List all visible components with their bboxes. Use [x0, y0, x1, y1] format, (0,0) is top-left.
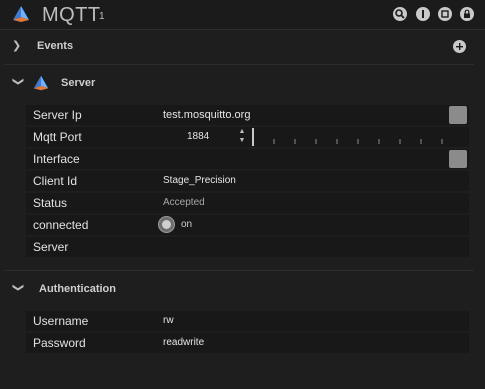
row-background — [26, 311, 469, 331]
row-background — [26, 333, 469, 353]
password-row: Password readwrite — [0, 332, 485, 354]
row-background — [26, 171, 469, 191]
connected-toggle[interactable] — [158, 216, 175, 233]
row-background — [26, 215, 469, 235]
search-icon[interactable] — [393, 7, 407, 21]
lock-icon[interactable] — [460, 7, 474, 21]
server-section-header[interactable]: ❯ Server — [0, 70, 485, 96]
status-label: Status — [33, 196, 68, 210]
interface-label: Interface — [33, 152, 80, 166]
server-row: Server — [0, 236, 485, 258]
interface-button[interactable] — [449, 150, 467, 168]
plus-circle-icon[interactable] — [453, 40, 466, 53]
mqtt-port-row: Mqtt Port 1884 ▲ ▼ — [0, 126, 485, 148]
username-row: Username rw — [0, 310, 485, 332]
status-value: Accepted — [163, 197, 205, 208]
divider — [4, 64, 474, 65]
mqtt-port-input[interactable]: 1884 — [187, 127, 209, 147]
status-row: Status Accepted — [0, 192, 485, 214]
divider — [4, 270, 474, 271]
row-background — [26, 193, 469, 213]
mqtt-port-label: Mqtt Port — [33, 130, 82, 144]
interface-row: Interface — [0, 148, 485, 170]
client-id-input[interactable]: Stage_Precision — [163, 171, 236, 191]
username-input[interactable]: rw — [163, 311, 174, 331]
server-ip-row: Server Ip test.mosquitto.org — [0, 104, 485, 126]
events-label: Events — [37, 40, 74, 52]
connected-row: connected on — [0, 214, 485, 236]
username-label: Username — [33, 314, 89, 328]
connected-label: connected — [33, 218, 89, 232]
server-ip-button[interactable] — [449, 106, 467, 124]
authentication-label: Authentication — [39, 283, 116, 295]
server-label: Server — [61, 77, 96, 89]
client-id-row: Client Id Stage_Precision — [0, 170, 485, 192]
port-slider[interactable] — [252, 128, 460, 146]
mqtt-pyramid-icon — [13, 6, 29, 22]
client-id-label: Client Id — [33, 174, 78, 188]
server-field-label: Server — [33, 240, 69, 254]
events-section-header[interactable]: ❯ Events — [0, 33, 485, 59]
row-background — [26, 237, 469, 257]
server-ip-label: Server Ip — [33, 108, 82, 122]
password-input[interactable]: readwrite — [163, 333, 204, 353]
password-label: Password — [33, 336, 86, 350]
chevron-down-icon[interactable]: ❯ — [5, 77, 31, 89]
authentication-section-header[interactable]: ❯ Authentication — [0, 276, 485, 302]
title-badge: 1 — [99, 11, 105, 22]
page-title: MQTT — [42, 4, 101, 26]
chevron-down-icon[interactable]: ❯ — [5, 283, 31, 295]
connected-value: on — [181, 219, 193, 230]
chevron-right-icon[interactable]: ❯ — [12, 33, 24, 59]
port-stepper[interactable]: ▲ ▼ — [237, 127, 247, 147]
mqtt-pyramid-icon — [33, 75, 49, 91]
row-background — [26, 149, 469, 169]
info-icon[interactable] — [416, 7, 430, 21]
stop-icon[interactable] — [438, 7, 452, 21]
toggle-knob — [162, 220, 171, 229]
server-ip-input[interactable]: test.mosquitto.org — [163, 105, 250, 125]
